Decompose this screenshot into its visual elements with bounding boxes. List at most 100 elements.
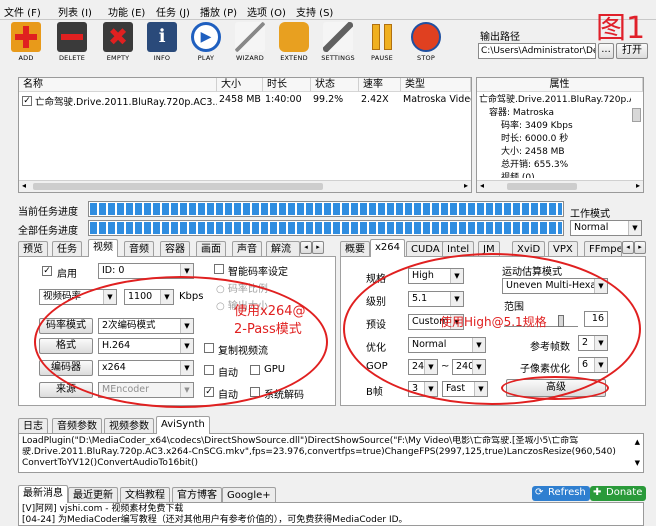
settings-button[interactable]: SETTINGS xyxy=(316,22,360,66)
plus-icon: ✚ xyxy=(593,487,602,498)
file-list[interactable]: 名称 大小 时长 状态 速率 类型 ✓ 亡命驾驶.Drive.2011.BluR… xyxy=(18,77,472,193)
all-progress-label: 全部任务进度 xyxy=(18,226,78,237)
scroll-left-icon[interactable]: ◂ xyxy=(22,181,26,190)
annotation-2pass: 2-Pass模式 xyxy=(234,322,302,337)
pause-button[interactable]: PAUSE xyxy=(360,22,404,66)
empty-button[interactable]: ✖ EMPTY xyxy=(96,22,140,66)
properties-scrollbar[interactable]: ◂ ▸ xyxy=(477,180,643,192)
column-type[interactable]: 类型 xyxy=(401,78,471,92)
tab-container[interactable]: 容器 xyxy=(160,241,190,257)
properties-vscroll-thumb[interactable] xyxy=(632,108,641,122)
add-icon xyxy=(11,22,41,52)
file-status: 99.2% xyxy=(313,94,344,105)
stop-button[interactable]: STOP xyxy=(404,22,448,66)
tab-latest-news[interactable]: 最新消息 xyxy=(18,485,68,503)
wizard-wand-icon xyxy=(235,22,265,52)
current-progress-bar xyxy=(88,201,564,217)
file-name[interactable]: 亡命驾驶.Drive.2011.BluRay.720p.AC3.... xyxy=(35,94,217,108)
tab-avisynth[interactable]: AviSynth xyxy=(156,416,210,434)
prop-duration[interactable]: 时长: 6000.0 秒 xyxy=(479,133,631,146)
tab-scroll-left-button[interactable]: ◂ xyxy=(300,241,312,254)
right-tab-scroll-left-button[interactable]: ◂ xyxy=(622,241,634,254)
smart-rate-label: 智能码率设定 xyxy=(228,267,288,278)
current-progress-label: 当前任务进度 xyxy=(18,207,78,218)
file-list-scrollbar[interactable]: ◂ ▸ xyxy=(19,180,471,192)
column-size[interactable]: 大小 xyxy=(217,78,263,92)
tab-task[interactable]: 任务 xyxy=(52,241,82,257)
tab-cuda[interactable]: CUDA xyxy=(406,241,445,257)
prop-filename[interactable]: 亡命驾驶.Drive.2011.BluRay.720p.A xyxy=(479,94,631,107)
tab-ffmpeg[interactable]: FFmpeg xyxy=(584,241,622,257)
tab-recent-updates[interactable]: 最近更新 xyxy=(68,487,118,503)
scroll-down-icon[interactable]: ▼ xyxy=(635,458,640,469)
smart-rate-checkbox[interactable] xyxy=(214,264,224,274)
output-path-input[interactable]: C:\Users\Administrator\Desk xyxy=(478,43,596,59)
script-line: LoadPlugin("D:\MediaCoder_x64\codecs\Dir… xyxy=(22,436,579,446)
tab-demux[interactable]: 解流 xyxy=(266,241,300,257)
tab-picture[interactable]: 画面 xyxy=(196,241,226,257)
file-duration: 1:40:00 xyxy=(265,94,302,105)
right-tab-scroll-right-button[interactable]: ▸ xyxy=(634,241,646,254)
play-button[interactable]: ▶ PLAY xyxy=(184,22,228,66)
annotation-ellipse-advanced xyxy=(501,376,609,400)
properties-tree[interactable]: 亡命驾驶.Drive.2011.BluRay.720p.A 容器: Matros… xyxy=(479,94,631,178)
prop-video[interactable]: 视频 (0)... xyxy=(479,172,631,178)
tab-official-blog[interactable]: 官方博客 xyxy=(172,487,222,503)
avisynth-script[interactable]: LoadPlugin("D:\MediaCoder_x64\codecs\Dir… xyxy=(18,433,644,473)
toolbar: ADD DELETE ✖ EMPTY ℹ INFO ▶ PLAY WIZARD EXT… xyxy=(0,20,470,66)
annotation-ellipse-left xyxy=(34,276,328,408)
wizard-button[interactable]: WIZARD xyxy=(228,22,272,66)
tab-audio[interactable]: 音频 xyxy=(124,241,154,257)
news-item[interactable]: [V]阿网] vjshi.com - 视频素材免费下载 xyxy=(22,504,640,515)
empty-icon: ✖ xyxy=(103,22,133,52)
tab-log[interactable]: 日志 xyxy=(18,418,48,434)
tab-summary[interactable]: 概要 xyxy=(340,241,370,257)
delete-button[interactable]: DELETE xyxy=(50,22,94,66)
tab-google-plus[interactable]: Google+ xyxy=(222,487,276,503)
tab-doc-tutorials[interactable]: 文档教程 xyxy=(120,487,170,503)
tab-sound[interactable]: 声音 xyxy=(232,241,262,257)
column-duration[interactable]: 时长 xyxy=(263,78,311,92)
menu-task[interactable]: 任务 (J) xyxy=(156,4,190,19)
prop-size[interactable]: 大小: 2458 MB xyxy=(479,146,631,159)
tab-preview[interactable]: 预览 xyxy=(18,241,48,257)
tab-video-params[interactable]: 视频参数 xyxy=(104,418,154,434)
annotation-x264: 使用x264@ xyxy=(234,304,306,319)
menu-function[interactable]: 功能 (E) xyxy=(108,4,145,19)
tab-x264[interactable]: x264 xyxy=(370,239,406,257)
tab-vpx[interactable]: VPX xyxy=(548,241,578,257)
output-path-label: 输出路径 xyxy=(480,32,520,43)
wrench-icon xyxy=(323,22,353,52)
prop-bitrate[interactable]: 码率: 3409 Kbps xyxy=(479,120,631,133)
prop-overhead[interactable]: 总开销: 655.3% xyxy=(479,159,631,172)
scroll-up-icon[interactable]: ▲ xyxy=(635,437,640,448)
tab-scroll-right-button[interactable]: ▸ xyxy=(312,241,324,254)
menu-list[interactable]: 列表 (I) xyxy=(58,4,92,19)
prop-container[interactable]: 容器: Matroska xyxy=(479,107,631,120)
refresh-button[interactable]: ⟳ Refresh xyxy=(532,486,590,501)
scroll-thumb[interactable] xyxy=(507,183,577,190)
row-checkbox[interactable]: ✓ xyxy=(22,96,32,106)
news-item[interactable]: [04-24] 为MediaCoder编写教程（还对其他用户有参考价值的），可免… xyxy=(22,515,640,525)
tab-audio-params[interactable]: 音频参数 xyxy=(52,418,102,434)
menu-support[interactable]: 支持 (S) xyxy=(296,4,333,19)
column-name[interactable]: 名称 xyxy=(19,78,217,92)
scroll-right-icon[interactable]: ▸ xyxy=(464,181,468,190)
scroll-left-icon[interactable]: ◂ xyxy=(480,181,484,190)
extend-button[interactable]: EXTEND xyxy=(272,22,316,66)
enable-checkbox[interactable]: ✓ xyxy=(42,266,52,276)
info-button[interactable]: ℹ INFO xyxy=(140,22,184,66)
add-button[interactable]: ADD xyxy=(4,22,48,66)
file-size: 2458 MB xyxy=(219,94,261,105)
menu-options[interactable]: 选项 (O) xyxy=(247,4,286,19)
tab-video[interactable]: 视频 xyxy=(88,239,118,257)
menu-play[interactable]: 播放 (P) xyxy=(200,4,237,19)
donate-button[interactable]: ✚ Donate xyxy=(590,486,647,501)
column-rate[interactable]: 速率 xyxy=(359,78,401,92)
news-list[interactable]: [V]阿网] vjshi.com - 视频素材免费下载 [04-24] 为Med… xyxy=(18,502,644,526)
scroll-thumb[interactable] xyxy=(33,183,323,190)
scroll-right-icon[interactable]: ▸ xyxy=(636,181,640,190)
menu-file[interactable]: 文件 (F) xyxy=(4,4,41,19)
column-status[interactable]: 状态 xyxy=(311,78,359,92)
workmode-select[interactable]: Normal ▼ xyxy=(570,220,642,236)
